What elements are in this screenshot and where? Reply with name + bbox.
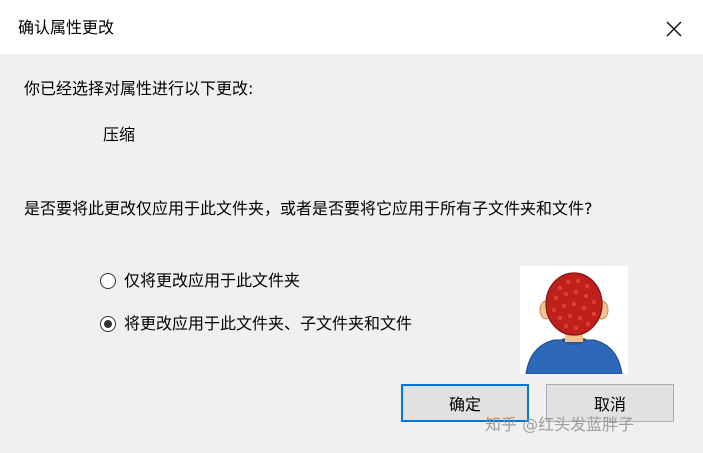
intro-text: 你已经选择对属性进行以下更改: [24,79,254,98]
radio-button-unchecked[interactable] [100,273,116,289]
red-haired-person-avatar-icon [520,266,628,375]
dialog-title: 确认属性更改 [18,18,115,37]
change-item-text: 压缩 [103,125,136,144]
radio-button-checked[interactable] [100,316,116,332]
avatar [520,266,628,375]
watermark-text: 知乎 @红头发蓝胖子 [485,415,635,434]
radio-option-all-subfolders[interactable]: 将更改应用于此文件夹、子文件夹和文件 [100,313,412,335]
radio-label-all-subfolders: 将更改应用于此文件夹、子文件夹和文件 [124,314,413,333]
confirm-attribute-changes-dialog: 确认属性更改 你已经选择对属性进行以下更改: 压缩 是否要将此更改仅应用于此文件… [0,0,703,453]
radio-label-this-folder-only: 仅将更改应用于此文件夹 [124,271,301,290]
close-button[interactable] [659,14,689,44]
radio-option-this-folder-only[interactable]: 仅将更改应用于此文件夹 [100,270,300,292]
title-bar: 确认属性更改 [0,0,703,54]
close-icon [666,21,682,37]
question-text: 是否要将此更改仅应用于此文件夹，或者是否要将它应用于所有子文件夹和文件? [24,199,593,218]
